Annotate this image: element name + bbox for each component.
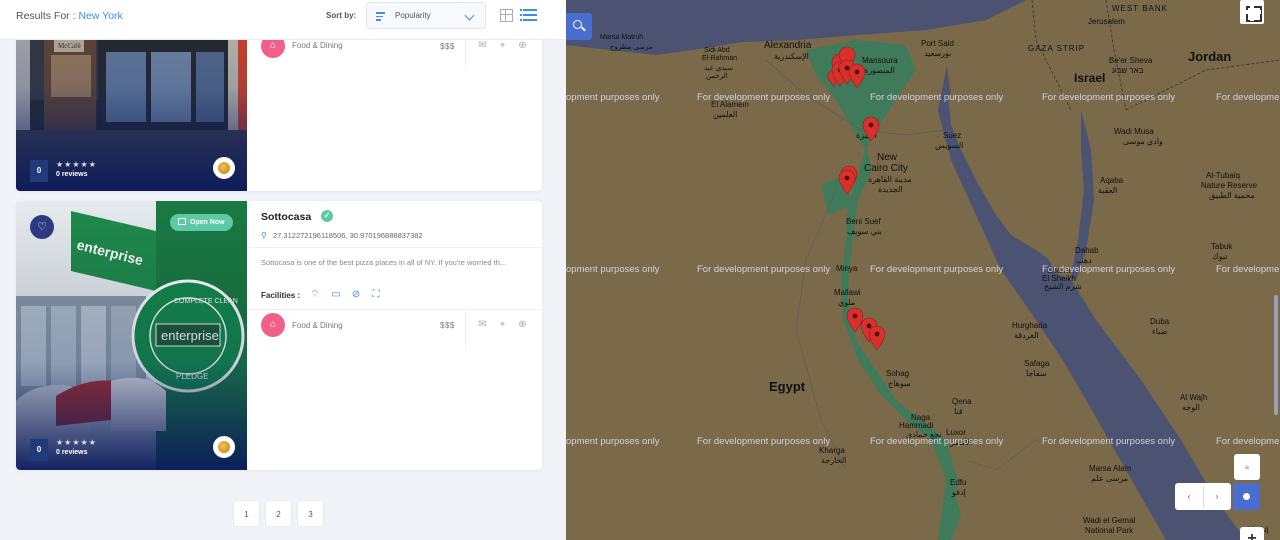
listing-title[interactable]: Sottocasa <box>261 211 311 223</box>
watermark-text: For developme <box>1216 92 1280 103</box>
watermark-text: opment purposes only <box>566 92 660 103</box>
listing-body: Sottocasa ✓ ⚲ 27.312272196118506, 30.970… <box>247 201 542 470</box>
results-city[interactable]: New York <box>78 10 122 22</box>
watermark-text: opment purposes only <box>566 264 660 275</box>
dining-category-icon: ⌂ <box>261 313 285 337</box>
chevron-down-icon <box>464 10 475 21</box>
wifi-icon: ⌔ <box>310 289 320 300</box>
watermark-text: For development purposes only <box>697 436 831 447</box>
category-label[interactable]: Food & Dining <box>292 321 343 330</box>
price-range: $$$ <box>440 321 455 330</box>
verified-check-icon: ✓ <box>321 210 333 222</box>
owner-avatar[interactable] <box>213 436 235 458</box>
map-search-icon[interactable] <box>566 13 592 40</box>
chevron-left-icon[interactable]: ‹ <box>1175 483 1203 510</box>
watermark-text: For development purposes only <box>870 436 1004 447</box>
sort-label: Sort by: <box>326 11 357 20</box>
scrollbar[interactable] <box>1274 295 1278 415</box>
sort-lines-icon <box>376 12 385 23</box>
watermark-text: For development purposes only <box>697 92 831 103</box>
review-count: 0 reviews <box>56 449 88 456</box>
divider <box>465 309 466 349</box>
zoom-icon[interactable]: ⊕ <box>517 40 528 51</box>
chat-icon: ▭ <box>331 289 341 300</box>
sort-value: Popularity <box>395 11 431 20</box>
review-count: 0 reviews <box>56 171 88 178</box>
facilities-label: Facilities : <box>261 291 301 300</box>
rating-badge: 0 <box>30 439 48 461</box>
watermark-text: For development purposes only <box>870 264 1004 275</box>
favorite-heart-icon[interactable]: ♡ <box>30 215 54 239</box>
location-pin-icon: ⚲ <box>261 231 267 240</box>
divider <box>247 309 542 310</box>
category-label[interactable]: Food & Dining <box>292 41 343 50</box>
page-3-button[interactable]: 3 <box>297 500 324 527</box>
dev-watermarks: opment purposes only For development pur… <box>566 0 1280 540</box>
watermark-text: For development purposes only <box>870 92 1004 103</box>
listings-panel: Results For : New York Sort by: Populari… <box>0 0 566 540</box>
owner-avatar[interactable] <box>213 157 235 179</box>
my-location-icon[interactable] <box>1233 483 1260 510</box>
sort-dropdown[interactable]: Popularity <box>366 2 486 29</box>
price-range: $$$ <box>440 42 455 51</box>
no-smoking-icon: ⊘ <box>351 289 361 300</box>
watermark-text: For development purposes only <box>1042 264 1176 275</box>
mail-icon[interactable]: ✉ <box>477 319 488 330</box>
page-2-button[interactable]: 2 <box>265 500 292 527</box>
grid-view-icon[interactable] <box>500 9 513 22</box>
chevron-right-icon[interactable]: › <box>1203 483 1231 510</box>
star-rating: ★★★★★ <box>56 438 97 447</box>
watermark-text: opment purposes only <box>566 436 660 447</box>
watermark-text: For developme <box>1216 436 1280 447</box>
watermark-text: For development purposes only <box>697 264 831 275</box>
divider <box>247 247 542 248</box>
listing-coordinates: 27.312272196118506, 30.970196888837382 <box>273 231 423 240</box>
watermark-text: For developme <box>1216 264 1280 275</box>
watermark-text: For development purposes only <box>1042 92 1176 103</box>
open-now-badge: Open Now <box>170 214 233 231</box>
listing-card[interactable]: enterprise enterprise COMPLETE CLEAN PLE… <box>16 201 542 470</box>
listing-image[interactable]: enterprise enterprise COMPLETE CLEAN PLE… <box>16 201 247 470</box>
watermark-text: For development purposes only <box>1042 436 1176 447</box>
zoom-icon[interactable]: ⊕ <box>517 319 528 330</box>
lock-icon[interactable]: 🔒︎ <box>1234 454 1260 480</box>
gift-icon: ⛶ <box>372 289 380 300</box>
map-view[interactable]: Jerusalem WEST BANK GAZA STRIP Israel Jo… <box>566 0 1280 540</box>
mail-icon[interactable]: ✉ <box>477 40 488 51</box>
fullscreen-icon[interactable] <box>1240 0 1264 24</box>
listing-description: Sottocasa is one of the best pizza place… <box>261 258 507 267</box>
list-view-icon[interactable] <box>520 9 537 21</box>
map-pin-icon[interactable]: ⌖ <box>497 40 508 51</box>
star-rating: ★★★★★ <box>56 160 97 169</box>
results-prefix: Results For : <box>16 10 79 22</box>
map-nav-controls: ‹ › <box>1175 483 1231 510</box>
results-toolbar: Results For : New York Sort by: Populari… <box>0 0 566 40</box>
results-heading: Results For : New York <box>16 10 123 22</box>
zoom-in-icon[interactable]: + <box>1240 527 1264 540</box>
page-1-button[interactable]: 1 <box>233 500 260 527</box>
map-pin-icon[interactable]: ⌖ <box>497 319 508 330</box>
rating-badge: 0 <box>30 160 48 182</box>
